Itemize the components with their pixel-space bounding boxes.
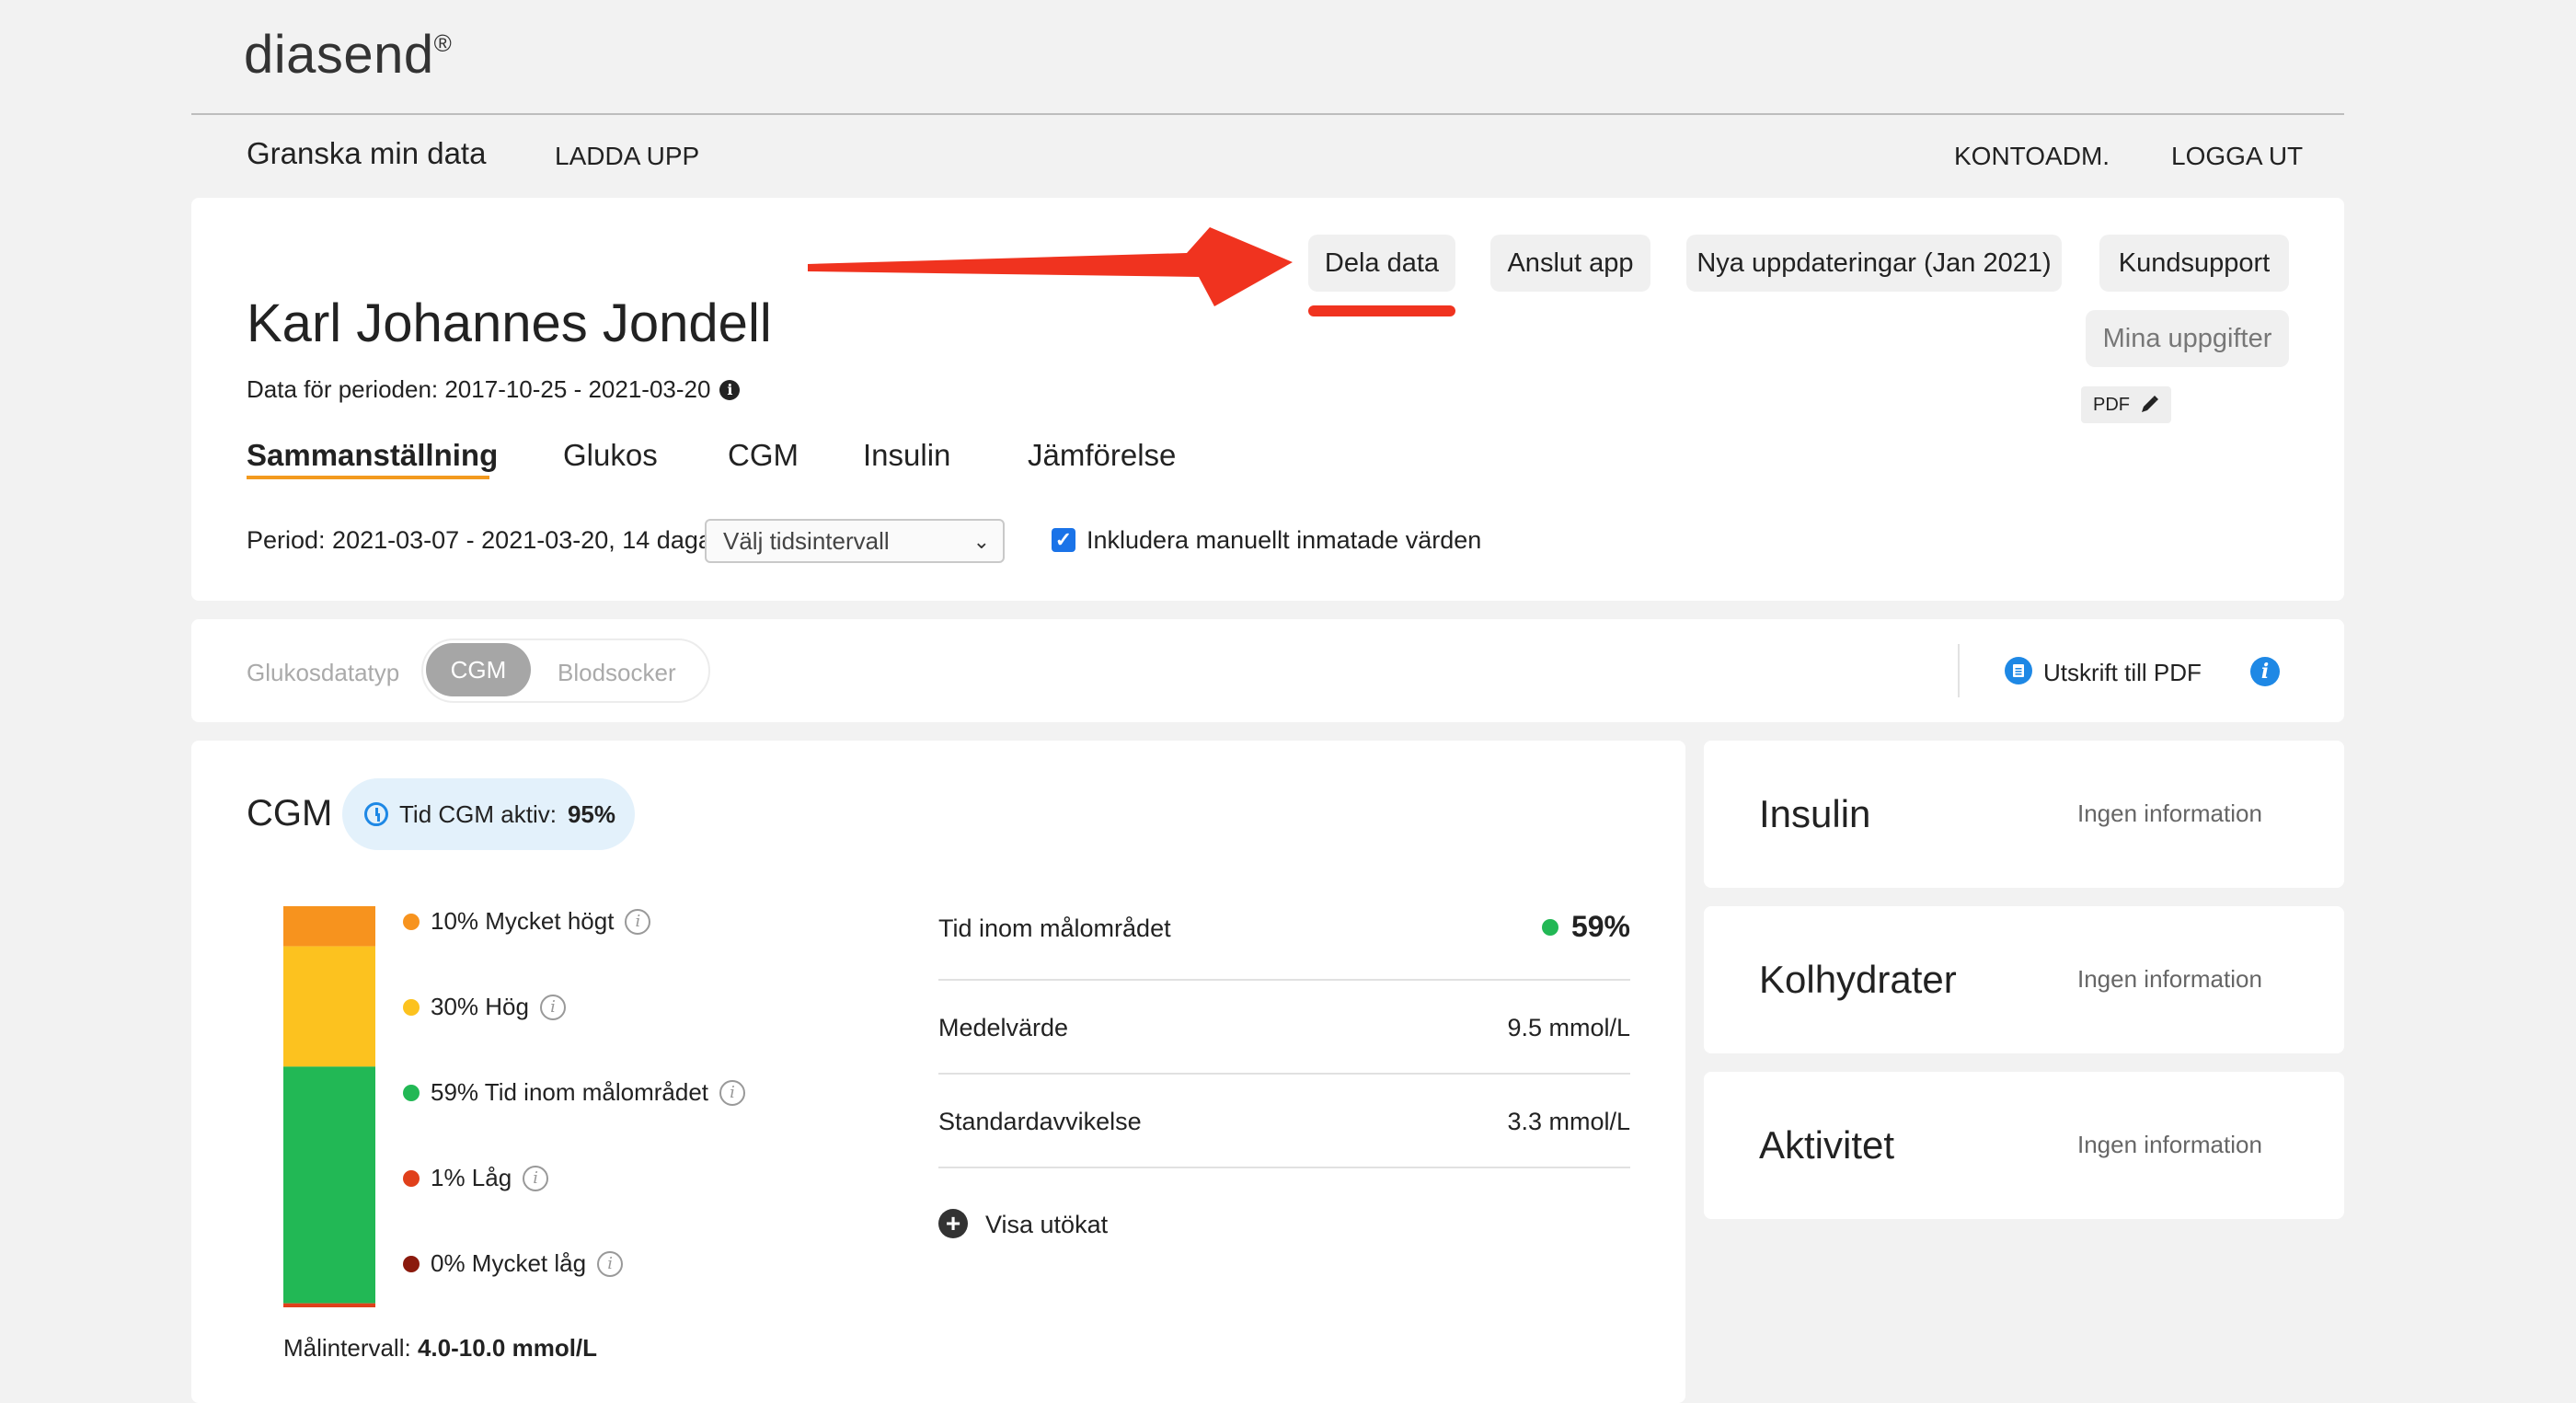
carbs-card: Kolhydrater Ingen information: [1704, 906, 2344, 1053]
connect-app-button[interactable]: Anslut app: [1490, 235, 1650, 292]
legend-dot: [403, 998, 420, 1016]
include-manual-checkbox[interactable]: ✓: [1052, 528, 1075, 552]
tab-summary[interactable]: Sammanställning: [247, 438, 498, 473]
divider: [938, 1073, 1630, 1075]
distribution-segment: [283, 1066, 375, 1304]
toggle-option-cgm[interactable]: CGM: [426, 643, 531, 696]
distribution-segment: [283, 906, 375, 947]
carbs-title: Kolhydrater: [1759, 958, 1957, 1001]
cgm-title: CGM: [247, 793, 333, 834]
info-icon[interactable]: i: [597, 1250, 624, 1277]
target-range-value: 4.0-10.0 mmol/L: [417, 1334, 598, 1362]
activity-title: Aktivitet: [1759, 1123, 1895, 1167]
divider: [938, 1167, 1630, 1168]
stat-time-in-range: Tid inom målområdet 59%: [938, 910, 1630, 943]
distribution-segment: [283, 1303, 375, 1307]
cgm-distribution-bar: [283, 906, 375, 1307]
tab-glucose[interactable]: Glukos: [563, 438, 658, 473]
info-icon[interactable]: i: [2250, 657, 2280, 686]
stat-mean: Medelvärde 9.5 mmol/L: [938, 1014, 1630, 1042]
nav-logout[interactable]: LOGGA UT: [2171, 142, 2303, 171]
legend-dot: [403, 1169, 420, 1187]
nav-account-admin[interactable]: KONTOADM.: [1954, 142, 2110, 171]
legend-label: 1% Låg: [431, 1164, 512, 1191]
diasend-logo[interactable]: diasend®: [244, 24, 452, 86]
legend-item: 0% Mycket låg i: [403, 1249, 624, 1278]
plus-icon[interactable]: +: [938, 1209, 968, 1238]
time-interval-value: Välj tidsintervall: [723, 526, 890, 555]
document-icon[interactable]: [2005, 657, 2032, 684]
active-tab-indicator: [247, 476, 489, 479]
target-range: Målintervall: 4.0-10.0 mmol/L: [283, 1334, 597, 1363]
tab-insulin[interactable]: Insulin: [863, 438, 950, 473]
support-button[interactable]: Kundsupport: [2099, 235, 2289, 292]
insulin-info: Ingen information: [2077, 799, 2262, 827]
data-period-text: Data för perioden: 2017-10-25 - 2021-03-…: [247, 375, 711, 403]
status-dot: [1541, 918, 1558, 936]
time-interval-select[interactable]: Välj tidsintervall ⌄: [705, 519, 1005, 563]
distribution-segment: [283, 946, 375, 1067]
info-icon[interactable]: i: [625, 908, 651, 935]
share-data-button[interactable]: Dela data: [1308, 235, 1455, 292]
cgm-active-label: Tid CGM aktiv:: [399, 799, 557, 828]
legend-label: 30% Hög: [431, 993, 529, 1020]
legend-dot: [403, 913, 420, 930]
insulin-title: Insulin: [1759, 792, 1871, 835]
legend-label: 59% Tid inom målområdet: [431, 1078, 709, 1106]
divider: [938, 979, 1630, 981]
legend-dot: [403, 1255, 420, 1272]
show-more-link[interactable]: Visa utökat: [985, 1211, 1108, 1239]
legend-label: 10% Mycket högt: [431, 907, 615, 935]
activity-info: Ingen information: [2077, 1131, 2262, 1158]
legend-item: 10% Mycket högt i: [403, 907, 651, 936]
my-info-button[interactable]: Mina uppgifter: [2086, 310, 2289, 367]
print-pdf-link[interactable]: Utskrift till PDF: [2043, 659, 2202, 687]
include-manual-label[interactable]: Inkludera manuellt inmatade värden: [1087, 526, 1481, 555]
tab-cgm[interactable]: CGM: [728, 438, 799, 473]
glucose-type-label: Glukosdatatyp: [247, 659, 400, 686]
stat-label: Tid inom målområdet: [938, 914, 1171, 942]
info-icon[interactable]: i: [719, 1079, 746, 1106]
chevron-down-icon: ⌄: [972, 530, 990, 553]
stat-value: 3.3 mmol/L: [1507, 1108, 1630, 1135]
toggle-option-blood-sugar[interactable]: Blodsocker: [558, 659, 676, 687]
selected-period: Period: 2021-03-07 - 2021-03-20, 14 daga…: [247, 526, 720, 554]
stat-value: 59%: [1541, 910, 1630, 944]
legend-item: 1% Låg i: [403, 1164, 549, 1192]
info-icon[interactable]: i: [523, 1165, 549, 1191]
insulin-card: Insulin Ingen information: [1704, 741, 2344, 888]
annotation-arrow: [808, 227, 1293, 306]
cgm-active-value: 95%: [567, 799, 615, 828]
info-icon[interactable]: i: [719, 379, 741, 400]
nav-review-data[interactable]: Granska min data: [247, 136, 486, 171]
stat-std-dev: Standardavvikelse 3.3 mmol/L: [938, 1108, 1630, 1136]
stat-label: Medelvärde: [938, 1014, 1069, 1041]
patient-name: Karl Johannes Jondell: [247, 293, 772, 353]
target-range-label: Målintervall:: [283, 1334, 411, 1362]
tab-comparison[interactable]: Jämförelse: [1028, 438, 1176, 473]
stat-value-text: 59%: [1570, 910, 1630, 943]
cgm-active-badge: Tid CGM aktiv: 95%: [342, 778, 635, 850]
pdf-edit-button[interactable]: PDF: [2081, 386, 2171, 423]
data-period: Data för perioden: 2017-10-25 - 2021-03-…: [247, 375, 741, 404]
updates-button[interactable]: Nya uppdateringar (Jan 2021): [1686, 235, 2062, 292]
annotation-underline: [1308, 305, 1455, 316]
info-icon[interactable]: i: [539, 994, 566, 1020]
nav-upload[interactable]: LADDA UPP: [555, 142, 699, 171]
clock-icon: [364, 802, 388, 826]
pencil-icon: [2142, 396, 2158, 412]
stat-value: 9.5 mmol/L: [1507, 1014, 1630, 1041]
header-divider: [191, 113, 2344, 115]
legend-label: 0% Mycket låg: [431, 1249, 587, 1277]
activity-card: Aktivitet Ingen information: [1704, 1072, 2344, 1219]
legend-item: 30% Hög i: [403, 993, 566, 1021]
pdf-label: PDF: [2093, 394, 2130, 415]
carbs-info: Ingen information: [2077, 965, 2262, 993]
stat-label: Standardavvikelse: [938, 1108, 1142, 1135]
divider: [1958, 644, 1960, 697]
legend-dot: [403, 1084, 420, 1101]
legend-item: 59% Tid inom målområdet i: [403, 1078, 746, 1107]
